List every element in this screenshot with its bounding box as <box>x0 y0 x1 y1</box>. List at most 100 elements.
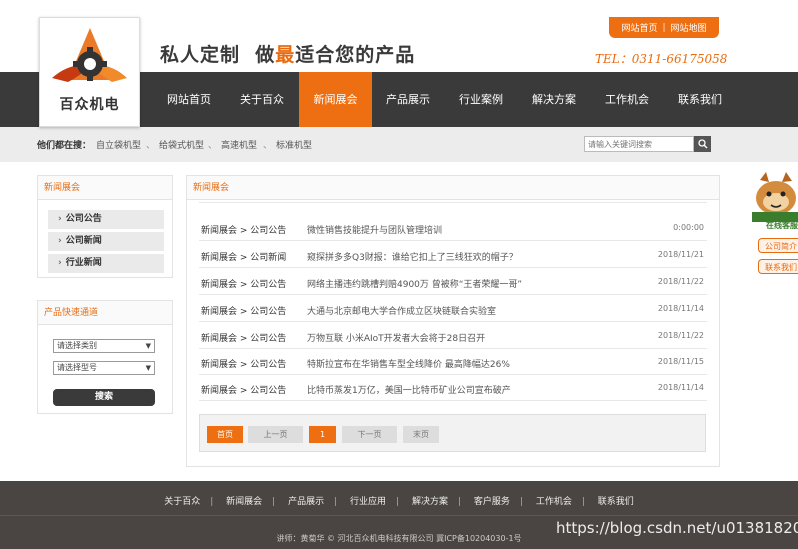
product-quick-title: 产品快速通道 <box>38 301 172 325</box>
logo[interactable]: 百众机电 <box>39 17 140 127</box>
footer-link[interactable]: 产品展示 <box>288 497 324 507</box>
keyword-separator: 、 <box>208 141 218 151</box>
hot-keyword[interactable]: 自立袋机型 <box>96 138 141 151</box>
news-date: 2018/11/15 <box>657 357 704 366</box>
search-button[interactable] <box>694 136 711 152</box>
hot-keyword[interactable]: 给袋式机型 <box>159 138 204 151</box>
online-service-title: 在线客服 <box>766 221 798 230</box>
last-page-button[interactable]: 末页 <box>403 426 439 443</box>
news-row[interactable]: 新闻展会 > 公司公告 微性销售技能提升与团队管理培训 0:00:00 <box>199 214 707 241</box>
nav-item-news[interactable]: 新闻展会 <box>299 72 372 127</box>
model-select[interactable]: 请选择型号 ▼ <box>53 361 155 375</box>
chevron-down-icon: ▼ <box>145 364 151 372</box>
page-number-button[interactable]: 1 <box>309 426 336 443</box>
nav-item-products[interactable]: 产品展示 <box>375 72 441 127</box>
news-row[interactable]: 新闻展会 > 公司公告 万物互联 小米AIoT开发者大会将于28日召开 2018… <box>199 322 707 349</box>
next-page-button[interactable]: 下一页 <box>342 426 397 443</box>
footer-separator: | <box>457 497 462 507</box>
news-title[interactable]: 大通与北京邮电大学合作成立区块链联合实验室 <box>307 304 496 317</box>
footer-link[interactable]: 联系我们 <box>598 497 634 507</box>
footer-separator: | <box>334 497 338 507</box>
footer-link[interactable]: 行业应用 <box>350 497 386 507</box>
product-search-button[interactable]: 搜索 <box>53 389 155 406</box>
news-category[interactable]: 新闻展会 > 公司公告 <box>201 357 286 370</box>
news-category-title: 新闻展会 <box>38 176 172 200</box>
news-title[interactable]: 万物互联 小米AIoT开发者大会将于28日召开 <box>307 331 485 344</box>
top-link-home[interactable]: 网站首页 <box>621 21 657 34</box>
footer-separator: | <box>581 497 585 507</box>
footer-divider <box>0 515 798 516</box>
model-select-value: 请选择型号 <box>57 363 97 372</box>
news-category[interactable]: 新闻展会 > 公司公告 <box>201 223 286 236</box>
float-about-button[interactable]: 公司简介 <box>758 238 798 253</box>
nav-item-home[interactable]: 网站首页 <box>156 72 222 127</box>
news-row[interactable]: 新闻展会 > 公司新闻 窥探拼多多Q3财报：谁给它扣上了三线狂欢的帽子？ 201… <box>199 241 707 268</box>
hot-keyword[interactable]: 高速机型 <box>221 138 257 151</box>
news-title[interactable]: 比特币蒸发1万亿，美国一比特币矿业公司宣布破产 <box>307 383 511 396</box>
footer-link[interactable]: 新闻展会 <box>226 497 262 507</box>
site-footer: 关于百众 | 新闻展会 | 产品展示 | 行业应用 | 解决方案 | 客户服务 | 工作机会… <box>0 481 798 549</box>
keyword-search-input[interactable] <box>584 136 694 152</box>
footer-link[interactable]: 工作机会 <box>536 497 572 507</box>
footer-link[interactable]: 解决方案 <box>412 497 448 507</box>
top-link-separator: | <box>662 22 666 33</box>
top-link-sitemap[interactable]: 网站地图 <box>671 21 707 34</box>
news-date: 2018/11/14 <box>657 304 704 313</box>
sidebar-item-company-news[interactable]: › 公司新闻 <box>48 232 164 251</box>
divider <box>199 202 707 203</box>
chevron-down-icon: ▼ <box>145 342 151 350</box>
online-service-float[interactable]: 在线客服 公司简介 联系我们 <box>752 172 798 275</box>
news-title[interactable]: 网络主播违约跳槽判赔4900万 曾被称“王者荣耀一哥” <box>307 277 522 290</box>
sidebar-item-industry-news[interactable]: › 行业新闻 <box>48 254 164 273</box>
news-row[interactable]: 新闻展会 > 公司公告 大通与北京邮电大学合作成立区块链联合实验室 2018/1… <box>199 295 707 322</box>
news-category-panel: 新闻展会 › 公司公告 › 公司新闻 › 行业新闻 <box>37 175 173 278</box>
category-select-value: 请选择类别 <box>57 341 97 350</box>
footer-separator: | <box>272 497 276 507</box>
news-title[interactable]: 特斯拉宣布在华销售车型全线降价 最高降幅达26% <box>307 357 510 370</box>
news-row[interactable]: 新闻展会 > 公司公告 网络主播违约跳槽判赔4900万 曾被称“王者荣耀一哥” … <box>199 268 707 295</box>
hot-keyword[interactable]: 标准机型 <box>276 138 312 151</box>
news-category[interactable]: 新闻展会 > 公司公告 <box>201 304 286 317</box>
hot-search-label: 他们都在搜： <box>37 141 92 151</box>
phone-number: TEL：0311-66175058 <box>595 52 728 66</box>
footer-separator: | <box>210 497 214 507</box>
news-row[interactable]: 新闻展会 > 公司公告 特斯拉宣布在华销售车型全线降价 最高降幅达26% 201… <box>199 348 707 375</box>
nav-item-cases[interactable]: 行业案例 <box>448 72 514 127</box>
slogan: 私人定制 做最适合您的产品 <box>160 40 415 67</box>
nav-item-solutions[interactable]: 解决方案 <box>521 72 587 127</box>
pagination: 首页 上一页 1 下一页 末页 <box>199 414 706 452</box>
footer-link[interactable]: 客户服务 <box>474 497 510 507</box>
sidebar-item-label: 公司新闻 <box>65 236 102 246</box>
category-select[interactable]: 请选择类别 ▼ <box>53 339 155 353</box>
top-links: 网站首页 | 网站地图 <box>609 17 719 38</box>
footer-links: 关于百众 | 新闻展会 | 产品展示 | 行业应用 | 解决方案 | 客户服务 | 工作机会… <box>0 494 798 507</box>
news-category[interactable]: 新闻展会 > 公司公告 <box>201 331 286 344</box>
sidebar-item-company-notice[interactable]: › 公司公告 <box>48 210 164 229</box>
nav-item-jobs[interactable]: 工作机会 <box>594 72 660 127</box>
news-list-title: 新闻展会 <box>187 176 719 200</box>
footer-separator: | <box>519 497 523 507</box>
nav-item-contact[interactable]: 联系我们 <box>667 72 733 127</box>
product-quick-panel: 产品快速通道 请选择类别 ▼ 请选择型号 ▼ 搜索 <box>37 300 173 414</box>
slogan-part2: 做 <box>255 44 276 66</box>
news-category[interactable]: 新闻展会 > 公司公告 <box>201 383 286 396</box>
arrow-icon: › <box>58 258 62 268</box>
news-category[interactable]: 新闻展会 > 公司新闻 <box>201 250 286 263</box>
logo-mark-icon <box>52 28 127 82</box>
prev-page-button[interactable]: 上一页 <box>248 426 303 443</box>
news-category[interactable]: 新闻展会 > 公司公告 <box>201 277 286 290</box>
watermark-text: https://blog.csdn.net/u013818205 <box>556 519 798 537</box>
keyword-separator: 、 <box>146 141 156 151</box>
footer-link[interactable]: 关于百众 <box>164 497 200 507</box>
news-row[interactable]: 新闻展会 > 公司公告 比特币蒸发1万亿，美国一比特币矿业公司宣布破产 2018… <box>199 374 707 401</box>
news-title[interactable]: 微性销售技能提升与团队管理培训 <box>307 223 442 236</box>
float-contact-button[interactable]: 联系我们 <box>758 259 798 274</box>
arrow-icon: › <box>58 214 62 224</box>
slogan-part3: 适合您的产品 <box>295 44 416 66</box>
slogan-highlight: 最 <box>275 44 296 66</box>
news-title[interactable]: 窥探拼多多Q3财报：谁给它扣上了三线狂欢的帽子？ <box>307 250 518 263</box>
keyword-separator: 、 <box>263 141 273 151</box>
first-page-button[interactable]: 首页 <box>207 426 243 443</box>
nav-item-about[interactable]: 关于百众 <box>229 72 295 127</box>
sidebar-item-label: 公司公告 <box>65 214 102 224</box>
